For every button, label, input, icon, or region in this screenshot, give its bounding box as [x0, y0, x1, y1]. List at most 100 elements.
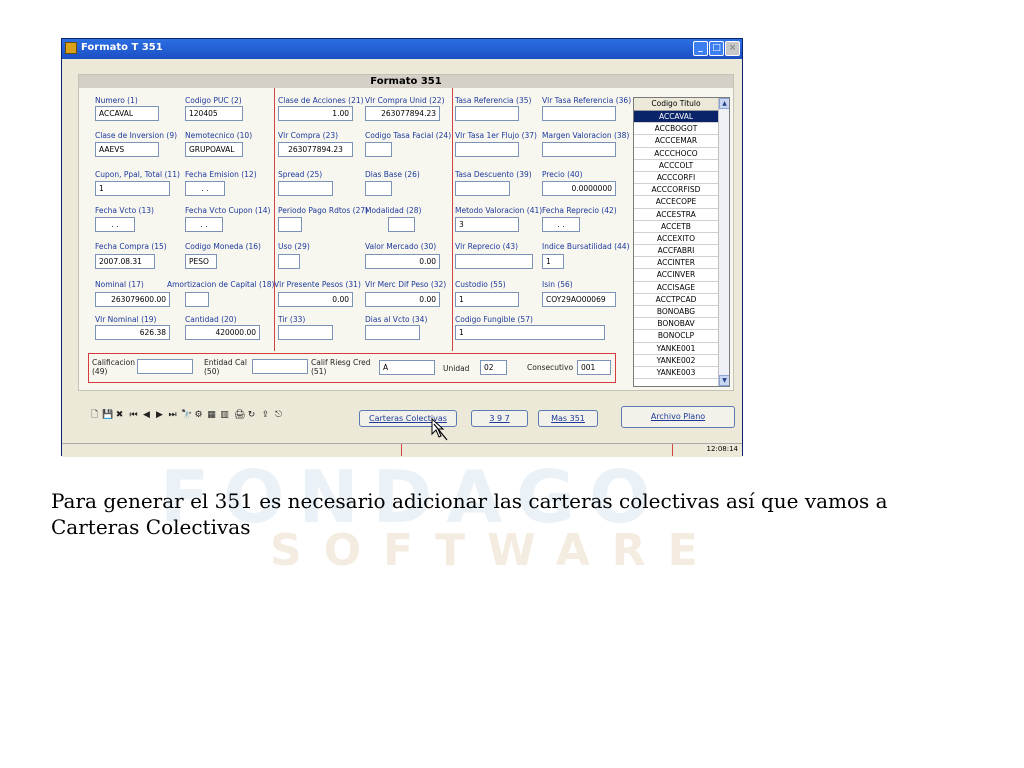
codigo-titulo-list[interactable]: Codigo Titulo ACCAVAL ACCBOGOT ACCCEMAR ACC… — [633, 97, 730, 387]
list-item[interactable]: ACCTPCAD — [634, 294, 718, 306]
list-item[interactable]: BONOBAV — [634, 318, 718, 331]
field-input[interactable]: 0.00 — [365, 292, 440, 307]
field-input[interactable] — [278, 217, 302, 232]
export-icon[interactable]: ⇪ — [261, 411, 270, 420]
list-item[interactable]: ACCISAGE — [634, 282, 718, 294]
field-input[interactable]: 1 — [542, 254, 564, 269]
status-time: 12:08:14 — [706, 445, 738, 453]
field-input[interactable]: 0.00 — [365, 254, 440, 269]
397-button[interactable]: 3 9 7 — [471, 410, 528, 427]
field-input[interactable] — [455, 106, 519, 121]
consecutivo-field[interactable]: 001 — [577, 360, 611, 375]
list-item[interactable]: ACCESTRA — [634, 209, 718, 221]
rating-section: Calificacion (49) Entidad Cal (50) Calif… — [88, 353, 616, 383]
field-input[interactable] — [278, 325, 333, 340]
mouse-cursor-icon — [431, 418, 448, 441]
field-input[interactable]: 0.0000000 — [542, 181, 616, 196]
first-icon[interactable]: ⏮ — [129, 411, 138, 420]
field-input[interactable] — [455, 181, 510, 196]
print-icon[interactable]: 🖨 — [234, 411, 245, 420]
list-item[interactable]: ACCETB — [634, 221, 718, 233]
field-label: Cantidad (20) — [185, 315, 237, 324]
field-input[interactable] — [542, 142, 616, 157]
list-item[interactable]: ACCBOGOT — [634, 123, 718, 136]
field-input[interactable] — [278, 181, 333, 196]
grid-icon[interactable]: ▦ — [207, 411, 216, 420]
entidad-cal-field[interactable] — [252, 359, 308, 374]
field-input[interactable]: 3 — [455, 217, 519, 232]
list-scrollbar[interactable]: ▲ ▼ — [718, 98, 729, 386]
field-input[interactable]: PESO — [185, 254, 217, 269]
field-input[interactable]: 1 — [455, 292, 519, 307]
field-input[interactable] — [455, 254, 533, 269]
field-input[interactable] — [542, 106, 616, 121]
status-segment — [62, 444, 402, 456]
list-item[interactable]: ACCCORFISD — [634, 184, 718, 197]
new-icon[interactable]: 🗋 — [90, 411, 99, 420]
field-input[interactable]: 263079600.00 — [95, 292, 170, 307]
field-input[interactable]: 0.00 — [278, 292, 353, 307]
last-icon[interactable]: ⏭ — [168, 411, 177, 420]
chart-icon[interactable]: ▥ — [220, 411, 229, 420]
list-item[interactable]: ACCCOLT — [634, 160, 718, 172]
field-input[interactable]: 1.00 — [278, 106, 353, 121]
save-icon[interactable]: 💾 — [102, 411, 113, 420]
field-input[interactable] — [388, 217, 415, 232]
list-item[interactable]: ACCINVER — [634, 269, 718, 282]
title-bar[interactable]: Formato T 351 _ □ × — [62, 39, 742, 59]
field-input[interactable]: . . — [185, 181, 225, 196]
filter-icon[interactable]: ⚙ — [194, 411, 203, 420]
field-input[interactable]: 120405 — [185, 106, 243, 121]
list-item[interactable]: ACCAVAL — [634, 111, 718, 124]
delete-icon[interactable]: ✖ — [115, 411, 124, 420]
list-item[interactable]: ACCCORFI — [634, 172, 718, 185]
field-input[interactable] — [278, 254, 300, 269]
maximize-button[interactable]: □ — [709, 41, 724, 56]
field-input[interactable]: AAEVS — [95, 142, 159, 157]
list-item[interactable]: ACCEXITO — [634, 233, 718, 246]
archivo-plano-button[interactable]: Archivo Plano — [621, 406, 735, 428]
calificacion-field[interactable] — [137, 359, 193, 374]
prev-icon[interactable]: ◀ — [142, 411, 151, 420]
mas-351-button[interactable]: Mas 351 — [538, 410, 598, 427]
exit-icon[interactable]: ⎋ — [274, 411, 283, 420]
field-input[interactable]: . . — [542, 217, 580, 232]
field-input[interactable]: 626.38 — [95, 325, 170, 340]
find-icon[interactable]: 🔭 — [181, 411, 192, 420]
list-item[interactable]: BONOABG — [634, 306, 718, 319]
list-item[interactable]: ACCFABRI — [634, 245, 718, 258]
field-input[interactable]: . . — [95, 217, 135, 232]
field-input[interactable]: . . — [185, 217, 223, 232]
list-item[interactable]: ACCECOPE — [634, 196, 718, 209]
field-input[interactable]: ACCAVAL — [95, 106, 159, 121]
next-icon[interactable]: ▶ — [155, 411, 164, 420]
field-input[interactable]: 263077894.23 — [365, 106, 440, 121]
scroll-up-icon[interactable]: ▲ — [719, 98, 729, 109]
field-input[interactable]: 2007.08.31 — [95, 254, 155, 269]
list-item[interactable]: ACCCEMAR — [634, 135, 718, 148]
list-item[interactable]: YANKE001 — [634, 343, 718, 355]
status-segment — [402, 444, 673, 456]
unidad-field[interactable]: 02 — [480, 360, 507, 375]
list-item[interactable]: ACCCHOCO — [634, 148, 718, 160]
list-item[interactable]: YANKE003 — [634, 367, 718, 380]
field-input[interactable] — [455, 142, 519, 157]
field-input[interactable] — [365, 142, 392, 157]
scroll-down-icon[interactable]: ▼ — [719, 375, 729, 386]
list-item[interactable]: BONOCLP — [634, 330, 718, 343]
field-input[interactable]: COY29AO00069 — [542, 292, 616, 307]
field-input[interactable] — [365, 325, 420, 340]
field-input[interactable]: 1 — [455, 325, 605, 340]
minimize-button[interactable]: _ — [693, 41, 708, 56]
list-item[interactable]: ACCINTER — [634, 257, 718, 270]
field-input[interactable]: 1 — [95, 181, 170, 196]
close-button[interactable]: × — [725, 41, 740, 56]
field-input[interactable]: 420000.00 — [185, 325, 260, 340]
calif-riesg-field[interactable]: A — [379, 360, 435, 375]
field-input[interactable] — [185, 292, 209, 307]
field-input[interactable]: 263077894.23 — [278, 142, 353, 157]
field-input[interactable]: GRUPOAVAL — [185, 142, 243, 157]
list-item[interactable]: YANKE002 — [634, 355, 718, 367]
refresh-icon[interactable]: ↻ — [247, 411, 256, 420]
field-input[interactable] — [365, 181, 392, 196]
